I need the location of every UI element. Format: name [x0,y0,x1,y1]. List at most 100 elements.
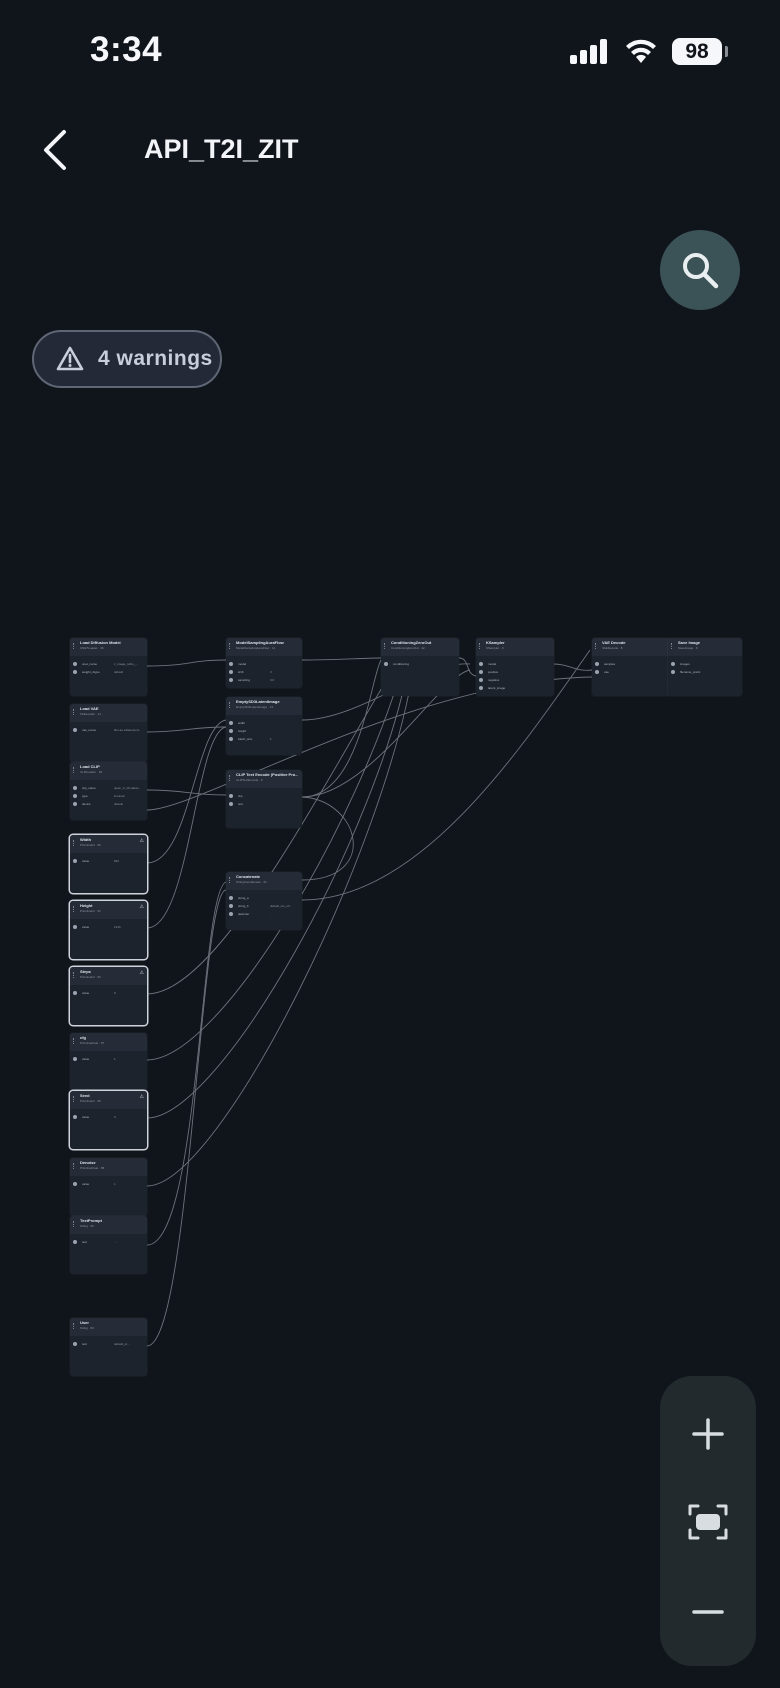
input-value[interactable]: default [114,800,123,808]
input-socket-icon[interactable] [73,794,77,798]
node-cond-zeroout[interactable]: ConditioningZeroOut ConditioningZeroOut ·… [381,638,459,696]
node-input-row[interactable]: value 0 [70,1113,147,1121]
node-header[interactable]: Load VAE VAELoader · 11 [70,704,147,722]
input-socket-icon[interactable] [479,678,483,682]
input-socket-icon[interactable] [229,912,233,916]
node-header[interactable]: Width PrimitiveInt · 50 ⚠ [70,835,147,853]
drag-handle-icon[interactable] [73,709,76,715]
node-vae-decode[interactable]: VAE Decode VAEDecode · 8 samples vae [592,638,670,696]
input-value[interactable]: ... [114,1238,117,1246]
drag-handle-icon[interactable] [73,840,76,846]
node-height[interactable]: Height PrimitiveInt · 51 ⚠ value 1216 [70,901,147,959]
input-socket-icon[interactable] [229,904,233,908]
node-input-row[interactable]: string_a [226,894,302,902]
node-model-sampling[interactable]: ModelSamplingAuraFlow ModelSamplingAuraFl… [226,638,302,688]
drag-handle-icon[interactable] [229,775,232,781]
node-input-row[interactable]: value 9 [70,989,147,997]
back-button[interactable] [36,126,76,174]
drag-handle-icon[interactable] [229,702,232,708]
node-header[interactable]: Save Image SaveImage · 9 [668,638,742,656]
input-socket-icon[interactable] [73,859,77,863]
input-socket-icon[interactable] [73,802,77,806]
input-value[interactable]: 1216 [114,923,121,931]
input-socket-icon[interactable] [595,670,599,674]
input-socket-icon[interactable] [595,662,599,666]
node-input-row[interactable]: vae [592,668,670,676]
node-clip-text[interactable]: CLIP Text Encode (Positive Pro... CLIPTex… [226,770,302,828]
node-input-row[interactable]: latent_image [476,684,554,692]
input-socket-icon[interactable] [479,686,483,690]
node-header[interactable]: Load CLIP CLIPLoader · 18 [70,762,147,780]
node-input-row[interactable]: conditioning [381,660,459,668]
search-button[interactable] [660,230,740,310]
node-input-row[interactable]: value 832 [70,857,147,865]
node-input-row[interactable]: text [226,800,302,808]
node-input-row[interactable]: string_b default_res_sh... [226,902,302,910]
input-socket-icon[interactable] [229,729,233,733]
input-socket-icon[interactable] [73,925,77,929]
drag-handle-icon[interactable] [671,643,674,649]
input-socket-icon[interactable] [229,678,233,682]
node-header[interactable]: Load Diffusion Model UNETLoader · 46 [70,638,147,656]
node-input-row[interactable]: sampling 3.0 [226,676,302,684]
drag-handle-icon[interactable] [73,1038,76,1044]
node-input-row[interactable]: batch_size 1 [226,735,302,743]
zoom-out-button[interactable] [678,1582,738,1642]
node-input-row[interactable]: text default_pr... [70,1340,147,1348]
node-input-row[interactable]: clip_name qwen_3_4b.safete... [70,784,147,792]
node-header[interactable]: Seed PrimitiveInt · 56 ⚠ [70,1091,147,1109]
input-socket-icon[interactable] [73,662,77,666]
node-steps[interactable]: Steps PrimitiveInt · 52 ⚠ value 9 [70,967,147,1025]
warnings-button[interactable]: 4 warnings [32,330,222,388]
node-input-row[interactable]: width [226,719,302,727]
input-value[interactable]: z_image_turbo_... [114,660,138,668]
node-user[interactable]: User String · 60 text default_pr... [70,1318,147,1376]
input-value[interactable]: 3 [270,668,272,676]
input-value[interactable]: 1 [270,735,272,743]
node-input-row[interactable]: model [226,660,302,668]
node-cfg[interactable]: cfg PrimitiveFloat · 57 value 1 [70,1033,147,1091]
zoom-in-button[interactable] [678,1404,738,1464]
node-seed[interactable]: Seed PrimitiveInt · 56 ⚠ value 0 [70,1091,147,1149]
input-value[interactable]: 9 [114,989,116,997]
node-header[interactable]: KSampler KSampler · 3 [476,638,554,656]
drag-handle-icon[interactable] [73,1221,76,1227]
input-socket-icon[interactable] [384,662,388,666]
input-socket-icon[interactable] [479,670,483,674]
drag-handle-icon[interactable] [479,643,482,649]
input-value[interactable]: 1 [114,1180,116,1188]
node-header[interactable]: cfg PrimitiveFloat · 57 [70,1033,147,1051]
drag-handle-icon[interactable] [595,643,598,649]
node-header[interactable]: User String · 60 [70,1318,147,1336]
node-input-row[interactable]: device default [70,800,147,808]
drag-handle-icon[interactable] [73,1163,76,1169]
node-input-row[interactable]: vae_name flux-ae.safetensors [70,726,147,734]
node-input-row[interactable]: type lumina2 [70,792,147,800]
drag-handle-icon[interactable] [73,767,76,773]
drag-handle-icon[interactable] [229,643,232,649]
node-input-row[interactable]: delimiter, [226,910,302,918]
input-value[interactable]: default [114,668,123,676]
input-socket-icon[interactable] [671,662,675,666]
input-socket-icon[interactable] [229,737,233,741]
workflow-canvas[interactable]: Load Diffusion Model UNETLoader · 46 unet_… [0,620,780,1380]
node-input-row[interactable]: height [226,727,302,735]
input-value[interactable]: flux-ae.safetensors [114,726,139,734]
input-value[interactable]: , [270,910,271,918]
input-socket-icon[interactable] [479,662,483,666]
node-header[interactable]: EmptySD3LatentImage EmptySD3LatentImage ·… [226,697,302,715]
fit-view-button[interactable] [678,1492,738,1552]
node-header[interactable]: TextPrompt String · 59 [70,1216,147,1234]
input-value[interactable]: default_pr... [114,1340,130,1348]
input-socket-icon[interactable] [229,721,233,725]
drag-handle-icon[interactable] [384,643,387,649]
node-input-row[interactable]: text... [70,1238,147,1246]
input-socket-icon[interactable] [229,802,233,806]
drag-handle-icon[interactable] [73,1096,76,1102]
drag-handle-icon[interactable] [73,972,76,978]
input-socket-icon[interactable] [229,670,233,674]
node-load-clip[interactable]: Load CLIP CLIPLoader · 18 clip_name qwen_3_… [70,762,147,820]
drag-handle-icon[interactable] [229,877,232,883]
node-input-row[interactable]: images [668,660,742,668]
input-value[interactable]: 1 [114,1055,116,1063]
